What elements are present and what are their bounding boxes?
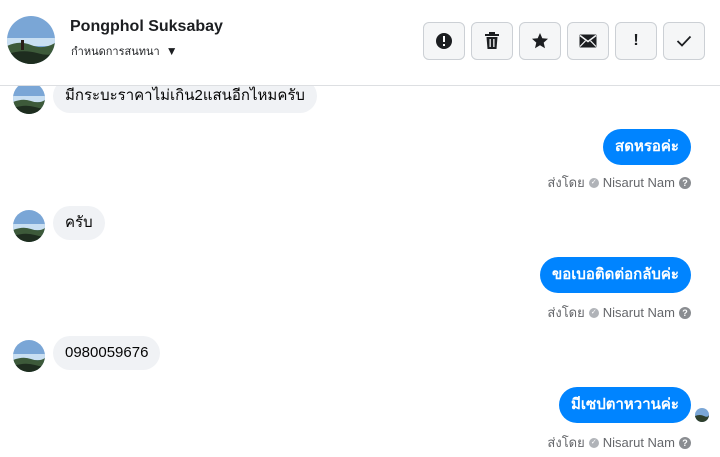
star-icon	[532, 33, 548, 49]
incoming-message[interactable]: 0980059676	[53, 336, 161, 370]
mark-done-button[interactable]	[663, 22, 705, 60]
sent-by-prefix: ส่งโดย	[547, 175, 585, 190]
delete-button[interactable]	[471, 22, 513, 60]
trash-icon	[485, 32, 499, 49]
conversation-settings-dropdown[interactable]: กำหนดการสนทนา ▼	[71, 42, 178, 60]
envelope-icon	[579, 34, 597, 48]
contact-avatar-small[interactable]	[13, 340, 45, 372]
verified-dot-icon: ✓	[588, 437, 599, 448]
contact-avatar-small[interactable]	[13, 86, 45, 114]
message-thread: มีกระบะราคาไม่เกิน2แสนอีกไหมครับ สดหรอค่…	[0, 86, 720, 457]
sender-name[interactable]: Nisarut Nam	[603, 175, 675, 190]
check-icon	[676, 35, 692, 47]
conversation-header: Pongphol Suksabay กำหนดการสนทนา ▼ !	[0, 0, 720, 86]
caret-down-icon: ▼	[165, 44, 178, 58]
help-icon[interactable]: ?	[679, 176, 691, 189]
sender-name[interactable]: Nisarut Nam	[603, 435, 675, 450]
mark-spam-button[interactable]	[423, 22, 465, 60]
outgoing-message[interactable]: มีเซปตาหวานค่ะ	[559, 387, 691, 423]
incoming-message[interactable]: ครับ	[53, 206, 105, 240]
contact-avatar[interactable]	[7, 16, 55, 64]
sender-name[interactable]: Nisarut Nam	[603, 305, 675, 320]
conversation-toolbar: !	[423, 22, 705, 60]
sent-by-prefix: ส่งโดย	[547, 435, 585, 450]
follow-up-button[interactable]: !	[615, 22, 657, 60]
exclamation-icon: !	[633, 32, 639, 49]
contact-avatar-small[interactable]	[13, 210, 45, 242]
help-icon[interactable]: ?	[679, 436, 691, 449]
help-icon[interactable]: ?	[679, 306, 691, 319]
sent-by-prefix: ส่งโดย	[547, 305, 585, 320]
contact-name[interactable]: Pongphol Suksabay	[70, 18, 223, 36]
outgoing-message[interactable]: ขอเบอติดต่อกลับค่ะ	[539, 257, 691, 293]
report-icon	[436, 33, 452, 49]
mark-unread-button[interactable]	[567, 22, 609, 60]
sent-by-line: ส่งโดย ✓ Nisarut Nam ?	[547, 302, 691, 323]
conversation-settings-label: กำหนดการสนทนา	[71, 46, 160, 58]
sent-by-line: ส่งโดย ✓ Nisarut Nam ?	[547, 432, 691, 453]
incoming-message[interactable]: มีกระบะราคาไม่เกิน2แสนอีกไหมครับ	[53, 86, 317, 113]
sent-by-line: ส่งโดย ✓ Nisarut Nam ?	[547, 172, 691, 193]
star-button[interactable]	[519, 22, 561, 60]
outgoing-message[interactable]: สดหรอค่ะ	[603, 129, 691, 165]
verified-dot-icon: ✓	[588, 177, 599, 188]
verified-dot-icon: ✓	[588, 307, 599, 318]
seen-avatar	[695, 408, 709, 422]
